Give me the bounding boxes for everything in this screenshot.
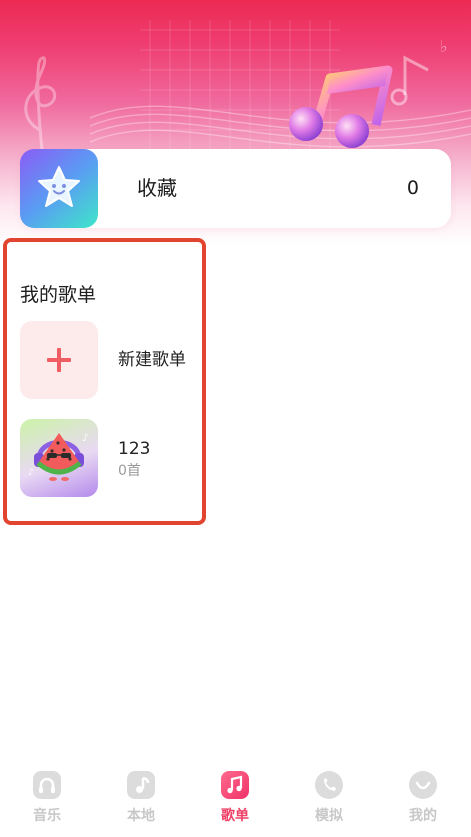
playlist-track-count: 0首: [118, 463, 141, 479]
nav-item-simulate[interactable]: 模拟: [282, 759, 376, 837]
music-headphones-icon: [33, 771, 61, 799]
profile-icon: [409, 771, 437, 799]
nav-label-profile: 我的: [409, 808, 437, 824]
nav-label-local: 本地: [127, 808, 155, 824]
section-title-my-playlists: 我的歌单: [20, 284, 97, 306]
playlist-name[interactable]: 123: [118, 438, 150, 460]
favorites-card[interactable]: 收藏 0: [20, 149, 451, 228]
nav-item-playlist[interactable]: 歌单: [188, 759, 282, 837]
nav-item-music[interactable]: 音乐: [0, 759, 94, 837]
nav-item-local[interactable]: 本地: [94, 759, 188, 837]
nav-label-playlist: 歌单: [221, 808, 249, 824]
svg-text:♪: ♪: [28, 468, 34, 478]
nav-label-music: 音乐: [33, 808, 61, 824]
watermelon-headphones-icon: ♪ ♪: [28, 433, 88, 481]
nav-label-simulate: 模拟: [315, 808, 343, 824]
phone-icon: [315, 771, 343, 799]
playlist-note-icon: [221, 771, 249, 799]
new-playlist-label[interactable]: 新建歌单: [118, 349, 186, 371]
nav-item-profile[interactable]: 我的: [376, 759, 470, 837]
favorites-label: 收藏: [137, 176, 177, 200]
svg-text:♭: ♭: [440, 37, 448, 56]
local-music-icon: [127, 771, 155, 799]
favorites-count: 0: [406, 177, 419, 199]
star-face-icon: [20, 149, 98, 228]
plus-icon: [47, 348, 71, 372]
bottom-nav: 音乐 本地 歌单 模拟 我的: [0, 759, 471, 837]
new-playlist-button[interactable]: [20, 321, 98, 399]
playlist-cover[interactable]: ♪ ♪: [20, 419, 98, 497]
svg-text:♪: ♪: [82, 433, 88, 444]
